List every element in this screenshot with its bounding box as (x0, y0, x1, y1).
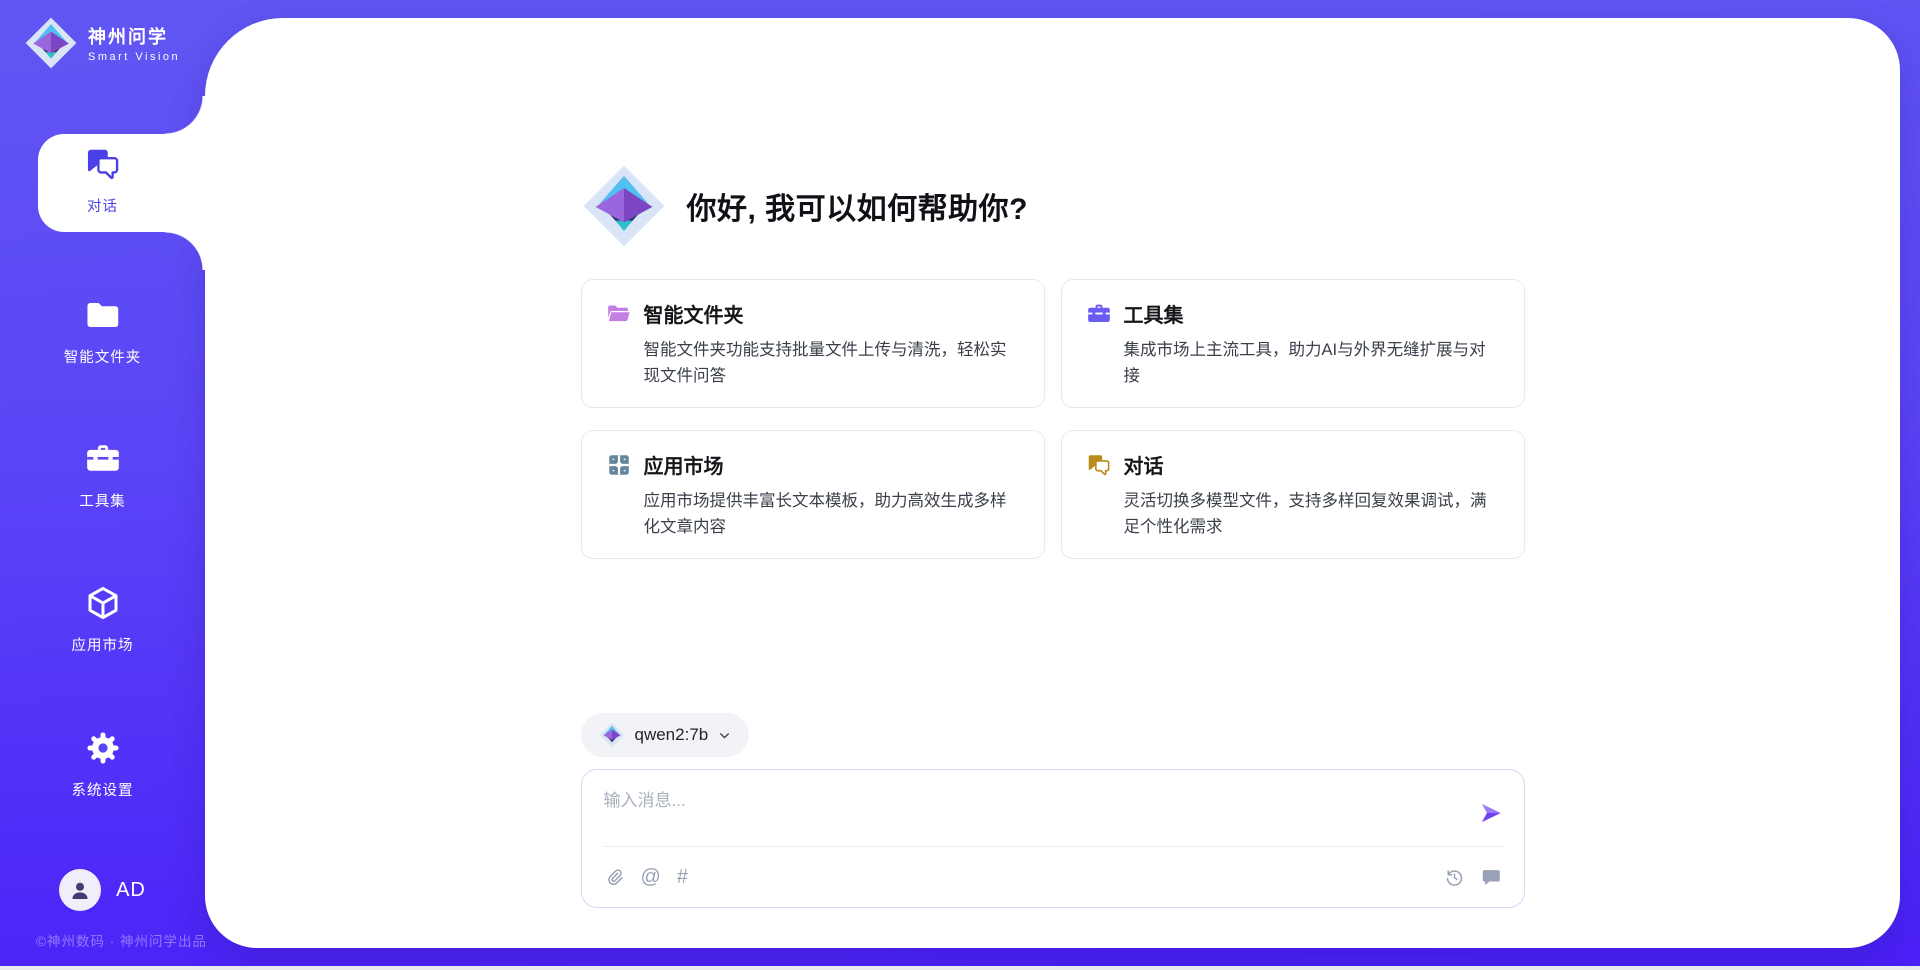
user-initials: AD (116, 879, 146, 902)
active-nav-fillet-bottom (165, 232, 206, 270)
sidebar-item-settings[interactable]: 系统设置 (0, 729, 205, 800)
card-description: 智能文件夹功能支持批量文件上传与清洗，轻松实现文件问答 (644, 338, 1020, 389)
folder-icon (84, 296, 122, 334)
card-title: 对话 (1124, 450, 1164, 479)
chat-bubbles-icon (84, 145, 122, 183)
history-icon[interactable] (1444, 867, 1465, 888)
sidebar-item-chat[interactable]: 对话 (0, 145, 205, 216)
card-smart-folder[interactable]: 智能文件夹 智能文件夹功能支持批量文件上传与清洗，轻松实现文件问答 (581, 279, 1045, 408)
brand-diamond-logo (24, 16, 78, 70)
sidebar-item-label: 系统设置 (0, 779, 205, 800)
card-title: 工具集 (1124, 299, 1184, 328)
gear-icon (84, 729, 122, 767)
card-toolset[interactable]: 工具集 集成市场上主流工具，助力AI与外界无缝扩展与对接 (1061, 279, 1525, 408)
cube-icon (84, 584, 122, 622)
sidebar-item-app-market[interactable]: 应用市场 (0, 584, 205, 655)
send-icon[interactable] (1478, 800, 1504, 826)
card-chat[interactable]: 对话 灵活切换多模型文件，支持多样回复效果调试，满足个性化需求 (1061, 430, 1525, 559)
sidebar-footer-text: ©神州数码 · 神州问学出品 (36, 930, 207, 950)
sidebar-item-label: 智能文件夹 (0, 346, 205, 367)
sidebar-item-label: 对话 (0, 195, 205, 216)
card-title: 应用市场 (644, 450, 724, 479)
sidebar-item-toolset[interactable]: 工具集 (0, 440, 205, 511)
apps-grid-icon (606, 452, 632, 478)
message-composer: @ # (581, 769, 1525, 908)
sidebar-item-label: 应用市场 (0, 634, 205, 655)
message-input[interactable] (604, 778, 1478, 834)
user-block: AD (0, 869, 205, 911)
card-app-market[interactable]: 应用市场 应用市场提供丰富长文本模板，助力高效生成多样化文章内容 (581, 430, 1045, 559)
person-icon (67, 877, 93, 903)
brand-diamond-logo (581, 163, 667, 249)
model-name: qwen2:7b (635, 725, 709, 745)
card-description: 灵活切换多模型文件，支持多样回复效果调试，满足个性化需求 (1124, 489, 1500, 540)
sidebar-item-smart-folder[interactable]: 智能文件夹 (0, 296, 205, 367)
brand-block: 神州问学 Smart Vision (24, 16, 180, 70)
greeting-text: 你好, 我可以如何帮助你? (687, 184, 1029, 228)
bottom-scrollbar-strip[interactable] (0, 966, 1920, 970)
greeting-block: 你好, 我可以如何帮助你? (581, 163, 1525, 249)
hashtag-icon[interactable]: # (677, 867, 688, 887)
feedback-chat-icon[interactable] (1481, 867, 1502, 888)
mention-icon[interactable]: @ (641, 867, 661, 887)
sidebar-item-label: 工具集 (0, 490, 205, 511)
active-nav-fillet-top (165, 96, 206, 134)
brand-name: 神州问学 (88, 23, 180, 49)
chevron-down-icon (718, 729, 731, 742)
card-title: 智能文件夹 (644, 299, 744, 328)
folder-open-icon (606, 301, 632, 327)
feature-cards: 智能文件夹 智能文件夹功能支持批量文件上传与清洗，轻松实现文件问答 工具集 集成… (581, 279, 1525, 559)
chat-bubbles-icon (1086, 452, 1112, 478)
attachment-icon[interactable] (604, 867, 625, 888)
card-description: 应用市场提供丰富长文本模板，助力高效生成多样化文章内容 (644, 489, 1020, 540)
card-description: 集成市场上主流工具，助力AI与外界无缝扩展与对接 (1124, 338, 1500, 389)
model-logo-icon (599, 722, 625, 748)
toolbox-icon (84, 440, 122, 478)
toolbox-icon (1086, 301, 1112, 327)
brand-subtitle: Smart Vision (88, 51, 180, 63)
main-panel: 你好, 我可以如何帮助你? 智能文件夹 智能文件夹功能支持批量文件上传与清洗，轻… (205, 18, 1900, 948)
avatar[interactable] (59, 869, 101, 911)
model-selector[interactable]: qwen2:7b (581, 713, 750, 757)
